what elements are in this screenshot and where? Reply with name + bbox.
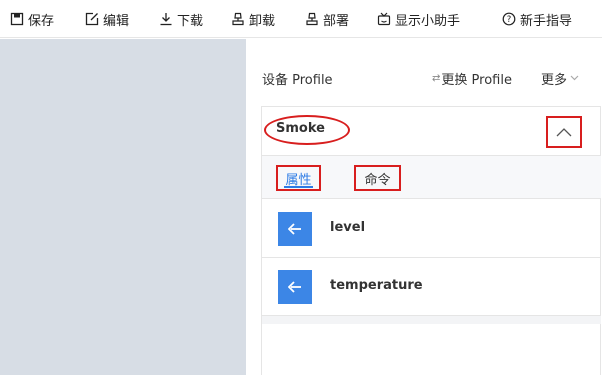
edit-button[interactable]: 编辑: [85, 10, 130, 29]
collapse-button[interactable]: [546, 116, 582, 148]
edit-icon: [85, 12, 99, 26]
save-label: 保存: [28, 13, 55, 29]
svg-text:?: ?: [507, 15, 512, 25]
download-button[interactable]: 下载: [159, 10, 204, 29]
show-assistant-button[interactable]: 显示小助手: [377, 10, 461, 29]
download-label: 下载: [177, 13, 204, 29]
unload-label: 卸载: [249, 13, 276, 29]
swap-icon: ⇄: [432, 73, 441, 84]
beginner-guide-button[interactable]: ? 新手指导: [502, 10, 573, 29]
chevron-up-icon: [556, 128, 572, 137]
save-button[interactable]: 保存: [10, 10, 55, 29]
property-icon: [278, 212, 312, 246]
download-icon: [159, 12, 173, 26]
list-item[interactable]: level: [262, 200, 601, 258]
help-icon: ?: [502, 12, 516, 26]
deploy-label: 部署: [323, 13, 350, 29]
deploy-button[interactable]: 部署: [305, 10, 350, 29]
tab-attributes-label: 属性: [285, 172, 312, 188]
edit-label: 编辑: [103, 13, 130, 29]
change-profile-button[interactable]: ⇄ 更换 Profile: [432, 69, 512, 88]
item-label: level: [330, 220, 366, 235]
tab-attributes[interactable]: 属性: [276, 165, 321, 191]
assistant-icon: [377, 12, 391, 26]
more-label: 更多: [541, 73, 568, 88]
card-title: Smoke: [276, 121, 325, 136]
canvas-area[interactable]: [0, 39, 246, 375]
active-tab-indicator: [284, 186, 313, 188]
property-icon: [278, 270, 312, 304]
unload-icon: [231, 12, 245, 26]
item-label: temperature: [330, 278, 423, 293]
toolbar: 保存 编辑 下载 卸载 部署 显示小助手 ? 新手指导: [0, 0, 602, 38]
divider: [262, 316, 601, 324]
profile-title: 设备 Profile: [262, 73, 333, 88]
profile-card: Smoke 属性 命令 level temperature: [261, 106, 601, 375]
change-profile-label: 更换 Profile: [441, 73, 512, 88]
show-assistant-label: 显示小助手: [395, 13, 461, 29]
save-icon: [10, 12, 24, 26]
more-dropdown[interactable]: 更多: [541, 69, 579, 88]
beginner-guide-label: 新手指导: [520, 13, 573, 29]
card-header: Smoke: [262, 107, 601, 156]
profile-panel: 设备 Profile ⇄ 更换 Profile 更多 Smoke 属性 命令 l…: [246, 39, 602, 375]
tab-commands-label: 命令: [364, 172, 391, 188]
card-tabs: 属性 命令: [262, 156, 601, 199]
unload-button[interactable]: 卸载: [231, 10, 276, 29]
tab-commands[interactable]: 命令: [354, 165, 401, 191]
chevron-down-icon: [570, 73, 579, 84]
deploy-icon: [305, 12, 319, 26]
list-item[interactable]: temperature: [262, 258, 601, 316]
